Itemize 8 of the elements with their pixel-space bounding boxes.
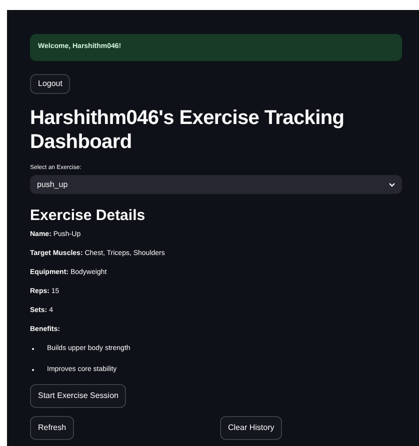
chevron-down-icon: [389, 182, 395, 186]
start-session-button[interactable]: Start Exercise Session: [30, 384, 126, 408]
action-button[interactable]: Clear History: [220, 416, 282, 440]
page-title: Harshithm046's Exercise Tracking Dashboard: [30, 106, 346, 154]
section-heading: Exercise Details: [30, 206, 146, 226]
action-button[interactable]: Refresh: [30, 416, 74, 440]
exercise-select[interactable]: push_up: [30, 175, 402, 194]
logout-button[interactable]: Logout: [30, 74, 70, 94]
